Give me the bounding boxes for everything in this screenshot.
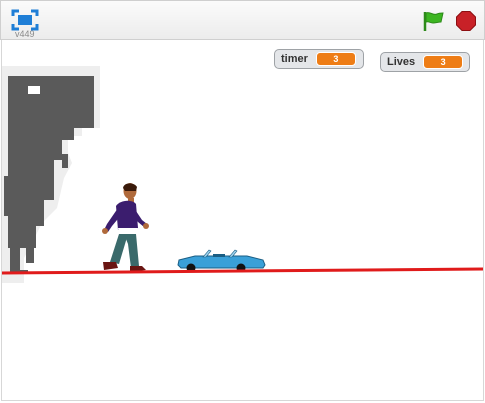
green-flag-icon bbox=[423, 12, 444, 31]
green-flag-button[interactable] bbox=[422, 10, 444, 32]
fullscreen-button[interactable] bbox=[11, 9, 39, 31]
stop-button[interactable] bbox=[456, 11, 476, 31]
scratch-player: v449 timer 3 Lives 3 bbox=[0, 0, 485, 403]
fullscreen-icon bbox=[11, 9, 39, 31]
stage[interactable]: timer 3 Lives 3 bbox=[1, 40, 484, 401]
player-toolbar: v449 bbox=[0, 0, 485, 40]
stop-sign-icon bbox=[456, 11, 476, 31]
ground-line bbox=[2, 267, 483, 275]
version-label: v449 bbox=[15, 29, 35, 39]
